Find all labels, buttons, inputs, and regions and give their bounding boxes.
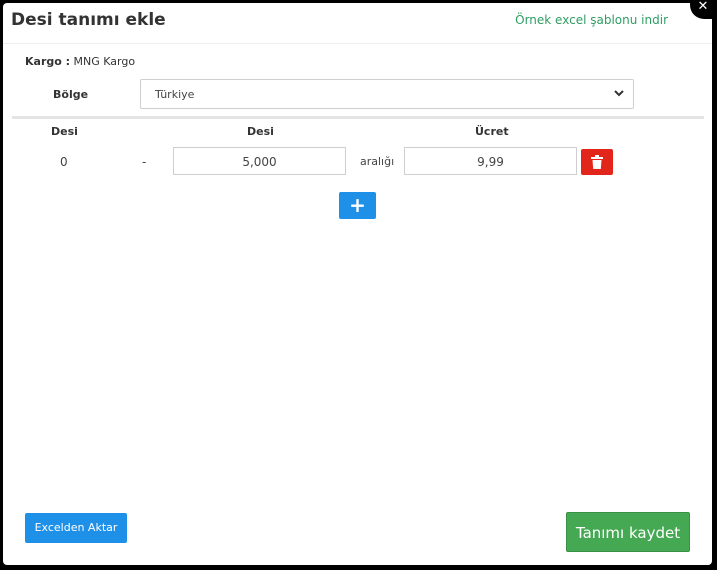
modal-title: Desi tanımı ekle <box>11 10 166 30</box>
desi-definition-modal: Desi tanımı ekle Örnek excel şablonu ind… <box>3 3 712 565</box>
header-desi-start: Desi <box>51 125 78 138</box>
cargo-value: MNG Kargo <box>73 55 136 68</box>
header-price: Ücret <box>475 125 509 138</box>
add-row-button[interactable]: + <box>339 192 376 219</box>
desi-end-input[interactable]: 5,000 <box>173 147 346 175</box>
save-definition-button[interactable]: Tanımı kaydet <box>566 512 690 552</box>
excel-import-button[interactable]: Excelden Aktar <box>25 513 127 543</box>
chevron-down-icon <box>614 90 624 97</box>
delete-row-button[interactable] <box>581 149 613 175</box>
modal-header: Desi tanımı ekle Örnek excel şablonu ind… <box>3 3 712 44</box>
divider <box>12 116 704 119</box>
excel-template-download-link[interactable]: Örnek excel şablonu indir <box>515 13 668 27</box>
region-selected-value: Türkiye <box>155 88 195 101</box>
region-label: Bölge <box>53 88 89 101</box>
cargo-label: Kargo : <box>25 55 71 68</box>
desi-start-value: 0 <box>60 155 68 169</box>
header-desi-end: Desi <box>247 125 274 138</box>
trash-icon <box>591 155 603 169</box>
cargo-info: Kargo : MNG Kargo <box>25 55 135 68</box>
region-select[interactable]: Türkiye <box>140 79 634 109</box>
range-separator: - <box>142 155 147 169</box>
price-input[interactable]: 9,99 <box>404 147 577 175</box>
range-word: aralığı <box>360 155 395 168</box>
